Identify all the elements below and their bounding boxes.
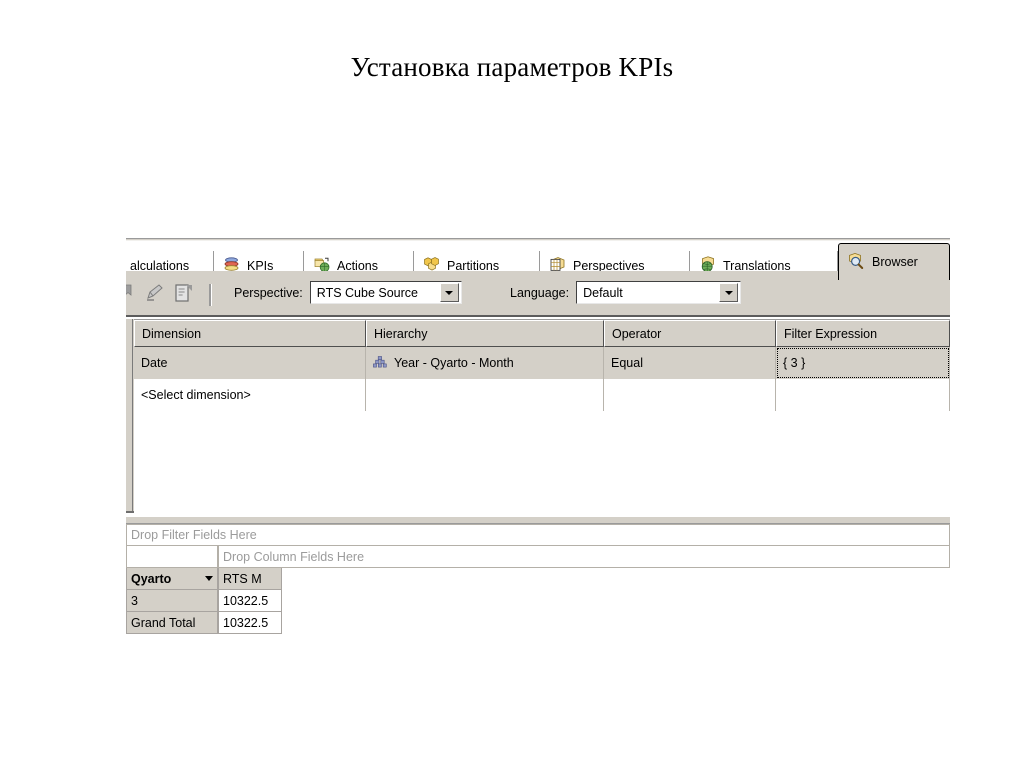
ssas-cube-designer-screenshot: alculations KPIs Actions Partitions Pers…	[126, 227, 950, 652]
pivot-table-pane: Drop Filter Fields Here Drop Column Fiel…	[126, 517, 950, 652]
tab-browser-label: Browser	[872, 255, 918, 269]
perspective-field: Perspective: RTS Cube Source	[234, 281, 462, 304]
clip-icon[interactable]	[126, 282, 136, 307]
pivot-grand-total-label[interactable]: Grand Total	[126, 612, 218, 634]
browser-magnifier-icon	[847, 252, 865, 273]
pivot-header-row: Qyarto RTS M	[126, 568, 950, 590]
language-value: Default	[583, 285, 623, 300]
chevron-down-icon[interactable]	[439, 283, 459, 302]
cell-filter-expression[interactable]: { 3 }	[776, 347, 950, 379]
pivot-grand-total-row: Grand Total 10322.5	[126, 612, 950, 634]
toolbar-separator	[209, 283, 212, 306]
hierarchy-pyramid-icon	[373, 355, 387, 372]
cell-hierarchy-empty[interactable]	[366, 379, 604, 411]
cell-hierarchy-text: Year - Qyarto - Month	[394, 356, 514, 370]
sort-down-icon[interactable]	[205, 576, 213, 581]
column-header-operator[interactable]: Operator	[604, 320, 776, 347]
pivot-corner-cell	[126, 546, 218, 568]
document-icon[interactable]	[173, 282, 195, 307]
tab-browser[interactable]: Browser	[838, 243, 950, 280]
filter-grid[interactable]: Dimension Hierarchy Operator Filter Expr…	[134, 319, 950, 515]
drop-column-fields-here[interactable]: Drop Column Fields Here	[218, 546, 950, 568]
pivot-column-dropzone-row: Drop Column Fields Here	[126, 546, 950, 568]
pivot-row-field-header[interactable]: Qyarto	[126, 568, 218, 590]
pivot-grand-total-value[interactable]: 10322.5	[218, 612, 282, 634]
cell-operator[interactable]: Equal	[604, 347, 776, 379]
pivot-filter-dropzone-row: Drop Filter Fields Here	[126, 524, 950, 546]
tabstrip: alculations KPIs Actions Partitions Pers…	[126, 238, 950, 282]
pivot-row-label[interactable]: 3	[126, 590, 218, 612]
chevron-down-icon[interactable]	[719, 283, 739, 302]
column-header-filter-expression[interactable]: Filter Expression	[776, 320, 950, 347]
page-title: Установка параметров KPIs	[350, 52, 674, 82]
pivot-data-row: 3 10322.5	[126, 590, 950, 612]
cell-dimension-text: Date	[141, 356, 168, 370]
cell-operator-empty[interactable]	[604, 379, 776, 411]
language-dropdown[interactable]: Default	[576, 281, 742, 304]
perspective-label: Perspective:	[234, 285, 303, 300]
column-header-hierarchy[interactable]: Hierarchy	[366, 320, 604, 347]
pivot-measure-header[interactable]: RTS M	[218, 568, 282, 590]
filter-grid-empty-area[interactable]	[134, 411, 950, 515]
pivot-pane-divider	[126, 517, 950, 524]
tabstrip-top-divider	[126, 238, 950, 241]
perspective-dropdown[interactable]: RTS Cube Source	[309, 281, 462, 304]
cell-filter-expression-empty[interactable]	[776, 379, 950, 411]
column-header-dimension[interactable]: Dimension	[134, 320, 366, 347]
cell-select-dimension[interactable]: <Select dimension>	[134, 379, 366, 411]
cell-dimension[interactable]: Date	[134, 347, 366, 379]
filter-pane-gutter	[126, 319, 133, 511]
cell-hierarchy[interactable]: Year - Qyarto - Month	[366, 347, 604, 379]
language-label: Language:	[510, 285, 570, 300]
cell-select-dimension-text: <Select dimension>	[141, 388, 251, 402]
pencil-edit-icon[interactable]	[144, 282, 165, 307]
cell-filter-expression-text: { 3 }	[783, 356, 806, 370]
cell-operator-text: Equal	[611, 356, 643, 370]
browser-toolbar: Perspective: RTS Cube Source Language: D…	[126, 271, 950, 317]
pivot-row-field-label: Qyarto	[131, 571, 172, 586]
pivot-row-value[interactable]: 10322.5	[218, 590, 282, 612]
table-row[interactable]: <Select dimension>	[134, 379, 950, 411]
language-field: Language: Default	[510, 281, 742, 304]
perspective-value: RTS Cube Source	[316, 285, 418, 300]
filter-pane: Dimension Hierarchy Operator Filter Expr…	[126, 319, 950, 515]
toolbar-icon-group	[126, 282, 218, 307]
drop-filter-fields-here[interactable]: Drop Filter Fields Here	[126, 524, 950, 546]
filter-grid-header-row: Dimension Hierarchy Operator Filter Expr…	[134, 320, 950, 347]
table-row[interactable]: Date Year - Qyarto - Month Equal {3}	[134, 347, 950, 379]
